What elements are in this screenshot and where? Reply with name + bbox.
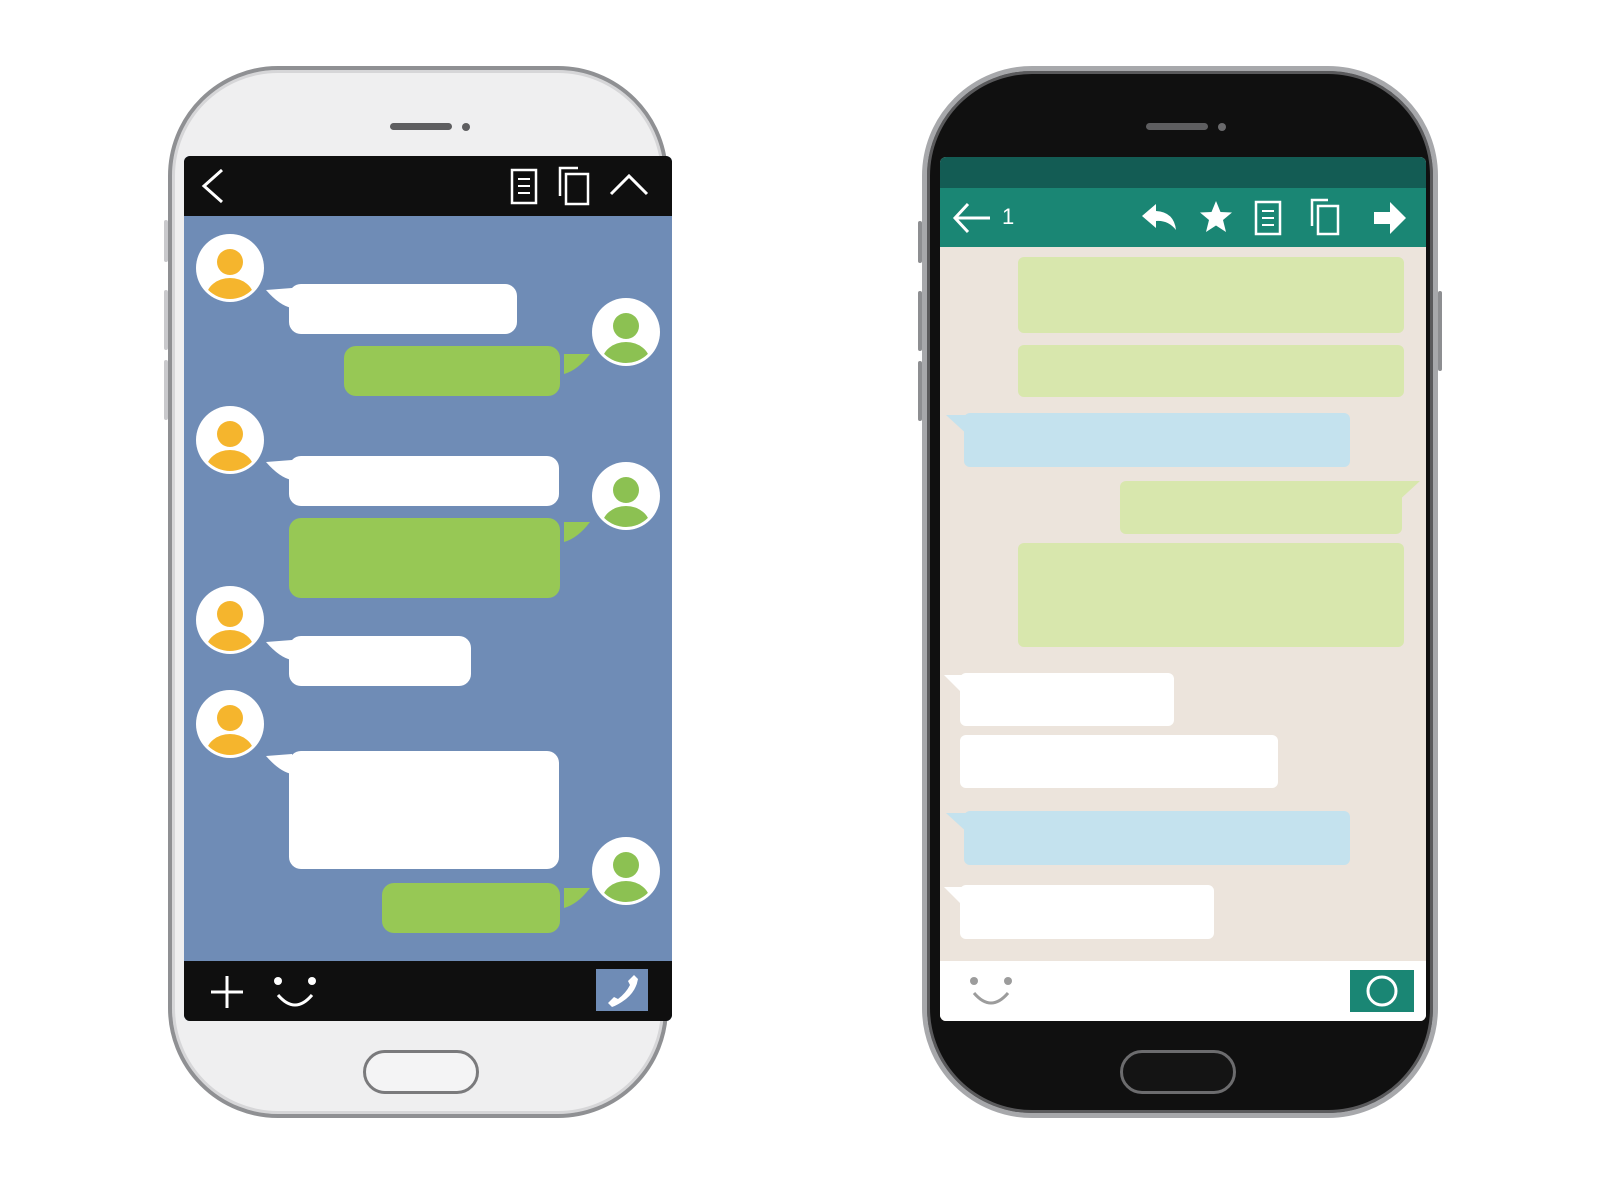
highlight-bubble-1[interactable] [964,413,1350,467]
emoji-icon[interactable] [272,973,318,1011]
outgoing-bubble-3[interactable] [382,883,560,933]
power-button [1438,291,1442,371]
volume-up-button [918,291,922,351]
notes-icon[interactable] [510,166,538,206]
avatar-incoming-2 [196,406,264,474]
bubble-tail [266,460,292,480]
highlight-bubble-2[interactable] [964,811,1350,865]
copy-icon[interactable] [1310,196,1342,238]
received-bubble-2[interactable] [960,735,1278,788]
sent-bubble-2[interactable] [1018,345,1404,397]
front-camera [1218,123,1226,131]
left-top-toolbar [184,156,672,216]
right-top-toolbar: 1 [940,188,1426,247]
sent-bubble-3[interactable] [1120,481,1402,534]
earpiece-speaker [1146,123,1208,130]
emoji-icon[interactable] [968,975,1014,1011]
bubble-tail [266,288,292,308]
incoming-bubble-4[interactable] [289,751,559,869]
camera-button[interactable] [1350,970,1414,1012]
mute-switch [918,221,922,263]
avatar-incoming-3 [196,586,264,654]
right-chat-screen: 1 [940,157,1426,1021]
notes-icon[interactable] [1254,198,1282,238]
star-icon[interactable] [1198,199,1234,235]
incoming-bubble-1[interactable] [289,284,517,334]
avatar-outgoing-2 [592,462,660,530]
camera-button-icon [1366,975,1398,1007]
incoming-bubble-2[interactable] [289,456,559,506]
sent-bubble-4[interactable] [1018,543,1404,647]
status-bar [940,157,1426,188]
volume-down-button [164,360,168,420]
selected-count: 1 [1002,204,1015,229]
received-bubble-3[interactable] [960,885,1214,939]
volume-down-button [918,361,922,421]
front-camera [462,123,470,131]
right-chat-area [944,257,1420,939]
bubble-tail [266,640,292,660]
home-button[interactable] [363,1050,479,1094]
copy-icon[interactable] [558,164,592,208]
back-arrow-icon[interactable] [952,200,992,236]
back-chevron-icon[interactable] [198,166,228,206]
outgoing-bubble-2[interactable] [289,518,560,598]
avatar-outgoing-3 [592,837,660,905]
forward-icon[interactable] [1372,200,1408,236]
mute-switch [164,220,168,262]
avatar-incoming-4 [196,690,264,758]
home-button[interactable] [1120,1050,1236,1094]
collapse-up-icon[interactable] [608,168,650,202]
avatar-outgoing-1 [592,298,660,366]
outgoing-bubble-1[interactable] [344,346,560,396]
received-bubble-1[interactable] [960,673,1174,726]
phone-call-icon [608,975,638,1007]
volume-up-button [164,290,168,350]
earpiece-speaker [390,123,452,130]
left-bottom-toolbar [184,961,672,1021]
bubble-tail [564,522,590,542]
reply-icon[interactable] [1140,200,1180,236]
bubble-tail [564,888,590,908]
add-icon[interactable] [208,973,246,1011]
bubble-tail [564,354,590,374]
phone-call-button[interactable] [596,969,648,1011]
left-chat-screen [184,156,672,1021]
bubble-tail [266,754,292,774]
avatar-incoming-1 [196,234,264,302]
message-input-bar[interactable] [940,961,1426,1021]
left-chat-area [196,234,660,933]
sent-bubble-1[interactable] [1018,257,1404,333]
incoming-bubble-3[interactable] [289,636,471,686]
